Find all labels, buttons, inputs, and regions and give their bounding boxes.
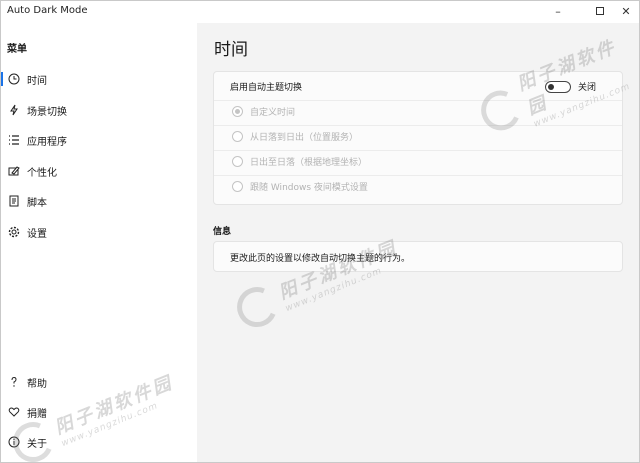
auto-switch-toggle-wrap[interactable]: 关闭 bbox=[544, 80, 596, 93]
info-text: 更改此页的设置以修改自动切换主题的行为。 bbox=[230, 254, 411, 264]
info-card: 更改此页的设置以修改自动切换主题的行为。 bbox=[213, 241, 623, 272]
sidebar-item-label: 帮助 bbox=[27, 378, 47, 390]
list-icon bbox=[7, 133, 21, 147]
close-icon: ✕ bbox=[621, 4, 631, 18]
minimize-icon: – bbox=[555, 4, 561, 18]
maximize-icon bbox=[596, 7, 604, 15]
question-icon bbox=[7, 375, 21, 389]
radio-option-sunset-sunrise-location[interactable]: 从日落到日出（位置服务） bbox=[214, 125, 622, 147]
sidebar-item-label: 时间 bbox=[27, 75, 47, 87]
sidebar-item-donate[interactable]: 捐赠 bbox=[1, 400, 197, 424]
clock-icon bbox=[7, 72, 21, 86]
info-section-header: 信息 bbox=[213, 227, 232, 237]
app-window: Auto Dark Mode – ✕ 菜单 时间 场景切换 应用程序 个性化 脚… bbox=[0, 0, 640, 463]
sidebar: 菜单 时间 场景切换 应用程序 个性化 脚本 设置 帮助 捐赠 关于 bbox=[1, 23, 197, 462]
sidebar-item-help[interactable]: 帮助 bbox=[1, 370, 197, 394]
main-content: 时间 启用自动主题切换 关闭 自定义时间 从日落到日出（位置服务） 日出至日落（… bbox=[197, 23, 639, 462]
radio-button[interactable] bbox=[232, 181, 243, 192]
info-icon bbox=[7, 435, 21, 449]
radio-option-custom-time[interactable]: 自定义时间 bbox=[214, 100, 622, 122]
script-icon bbox=[7, 194, 21, 208]
menu-header: 菜单 bbox=[7, 44, 27, 55]
page-title: 时间 bbox=[214, 40, 248, 60]
sidebar-item-label: 关于 bbox=[27, 438, 47, 450]
close-button[interactable]: ✕ bbox=[611, 1, 639, 21]
radio-button[interactable] bbox=[232, 131, 243, 142]
radio-option-sunrise-sunset-coordinates[interactable]: 日出至日落（根据地理坐标） bbox=[214, 150, 622, 172]
sidebar-item-label: 场景切换 bbox=[27, 106, 67, 118]
radio-option-windows-night-light[interactable]: 跟随 Windows 夜间模式设置 bbox=[214, 175, 622, 197]
gear-icon bbox=[7, 225, 21, 239]
minimize-button[interactable]: – bbox=[543, 1, 573, 21]
auto-switch-label: 启用自动主题切换 bbox=[230, 82, 303, 93]
sidebar-item-label: 个性化 bbox=[27, 167, 57, 179]
radio-label: 跟随 Windows 夜间模式设置 bbox=[250, 183, 368, 193]
sidebar-item-scripts[interactable]: 脚本 bbox=[1, 189, 197, 213]
lightning-icon bbox=[7, 103, 21, 117]
heart-icon bbox=[7, 405, 21, 419]
sidebar-item-label: 设置 bbox=[27, 228, 47, 240]
sidebar-item-label: 脚本 bbox=[27, 197, 47, 209]
sidebar-item-label: 捐赠 bbox=[27, 408, 47, 420]
sidebar-item-switch-modes[interactable]: 场景切换 bbox=[1, 98, 197, 122]
title-bar[interactable]: Auto Dark Mode – ✕ bbox=[1, 1, 639, 23]
radio-button[interactable] bbox=[232, 156, 243, 167]
sidebar-item-about[interactable]: 关于 bbox=[1, 430, 197, 454]
window-title: Auto Dark Mode bbox=[7, 5, 88, 16]
sidebar-item-personalization[interactable]: 个性化 bbox=[1, 159, 197, 183]
paint-icon bbox=[7, 164, 21, 178]
sidebar-item-apps[interactable]: 应用程序 bbox=[1, 128, 197, 152]
radio-label: 自定义时间 bbox=[250, 108, 296, 118]
radio-button[interactable] bbox=[232, 106, 243, 117]
time-settings-card: 启用自动主题切换 关闭 自定义时间 从日落到日出（位置服务） 日出至日落（根据地… bbox=[213, 71, 623, 205]
auto-switch-toggle[interactable] bbox=[544, 80, 571, 93]
radio-label: 从日落到日出（位置服务） bbox=[250, 133, 359, 143]
sidebar-item-settings[interactable]: 设置 bbox=[1, 220, 197, 244]
toggle-knob bbox=[547, 83, 554, 90]
radio-label: 日出至日落（根据地理坐标） bbox=[250, 158, 368, 168]
auto-switch-row: 启用自动主题切换 关闭 bbox=[214, 75, 622, 97]
sidebar-item-time[interactable]: 时间 bbox=[1, 67, 197, 91]
toggle-state-label: 关闭 bbox=[577, 83, 596, 93]
sidebar-item-label: 应用程序 bbox=[27, 136, 67, 148]
